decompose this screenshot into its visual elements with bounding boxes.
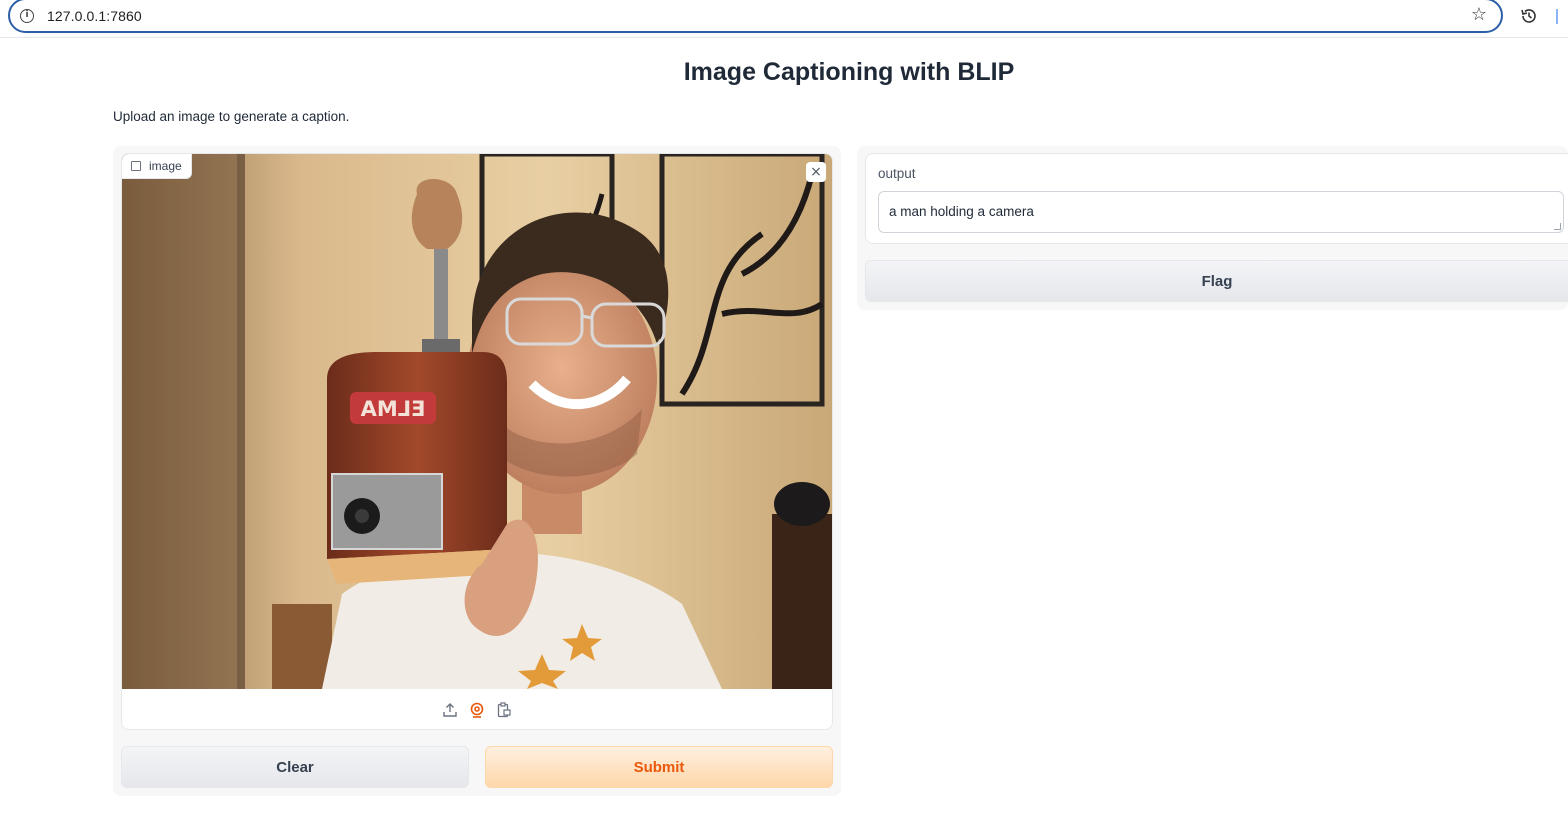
address-bar[interactable]: i 127.0.0.1:7860 ☆ xyxy=(8,0,1503,33)
image-label: image xyxy=(122,154,192,179)
uploaded-image: ELMA xyxy=(122,154,832,689)
browser-toolbar: i 127.0.0.1:7860 ☆ xyxy=(0,0,1568,38)
output-label: output xyxy=(878,166,916,181)
image-source-toolbar xyxy=(122,689,832,729)
output-text: a man holding a camera xyxy=(889,204,1034,219)
history-icon[interactable] xyxy=(1519,6,1539,26)
bookmark-star-icon[interactable]: ☆ xyxy=(1471,5,1487,25)
page-description: Upload an image to generate a caption. xyxy=(113,109,350,124)
clear-button[interactable]: Clear xyxy=(121,746,469,788)
site-info-icon[interactable]: i xyxy=(20,9,34,23)
upload-icon[interactable] xyxy=(442,701,459,718)
image-input[interactable]: ELMA image × xyxy=(121,153,833,730)
submit-button[interactable]: Submit xyxy=(485,746,833,788)
flag-button[interactable]: Flag xyxy=(865,260,1568,302)
remove-image-button[interactable]: × xyxy=(806,162,826,182)
toolbar-divider xyxy=(1556,9,1558,24)
image-label-text: image xyxy=(149,158,182,173)
output-textbox[interactable]: a man holding a camera xyxy=(878,191,1564,233)
webcam-icon[interactable] xyxy=(469,701,486,718)
clipboard-icon[interactable] xyxy=(496,701,513,718)
url-text[interactable]: 127.0.0.1:7860 xyxy=(47,8,142,24)
image-icon xyxy=(131,161,141,171)
resize-handle-icon[interactable] xyxy=(1554,223,1561,230)
page-title: Image Captioning with BLIP xyxy=(683,58,1015,86)
photo-brand-text: ELMA xyxy=(360,397,426,421)
output-block: output a man holding a camera xyxy=(865,153,1568,244)
